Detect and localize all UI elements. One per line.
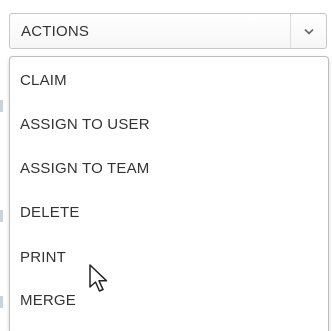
actions-dropdown-label: ACTIONS <box>21 22 90 40</box>
chevron-down-icon <box>303 28 314 35</box>
menu-item-claim[interactable]: CLAIM <box>10 58 328 102</box>
menu-item-delete[interactable]: DELETE <box>10 190 328 234</box>
left-edge-mark <box>0 100 3 112</box>
actions-dropdown[interactable]: ACTIONS <box>9 13 327 49</box>
menu-item-assign-to-team[interactable]: ASSIGN TO TEAM <box>10 146 328 190</box>
mouse-pointer-icon <box>89 264 108 292</box>
menu-item-merge[interactable]: MERGE <box>10 278 328 322</box>
menu-item-assign-to-user[interactable]: ASSIGN TO USER <box>10 102 328 146</box>
menu-item-print[interactable]: PRINT <box>10 235 328 279</box>
actions-menu: CLAIM ASSIGN TO USER ASSIGN TO TEAM DELE… <box>9 56 329 331</box>
dropdown-toggle[interactable] <box>290 14 326 48</box>
left-edge-mark <box>0 296 3 308</box>
left-edge-mark <box>0 210 3 222</box>
actions-dropdown-screen: ACTIONS CLAIM ASSIGN TO USER ASSIGN TO T… <box>0 0 332 331</box>
